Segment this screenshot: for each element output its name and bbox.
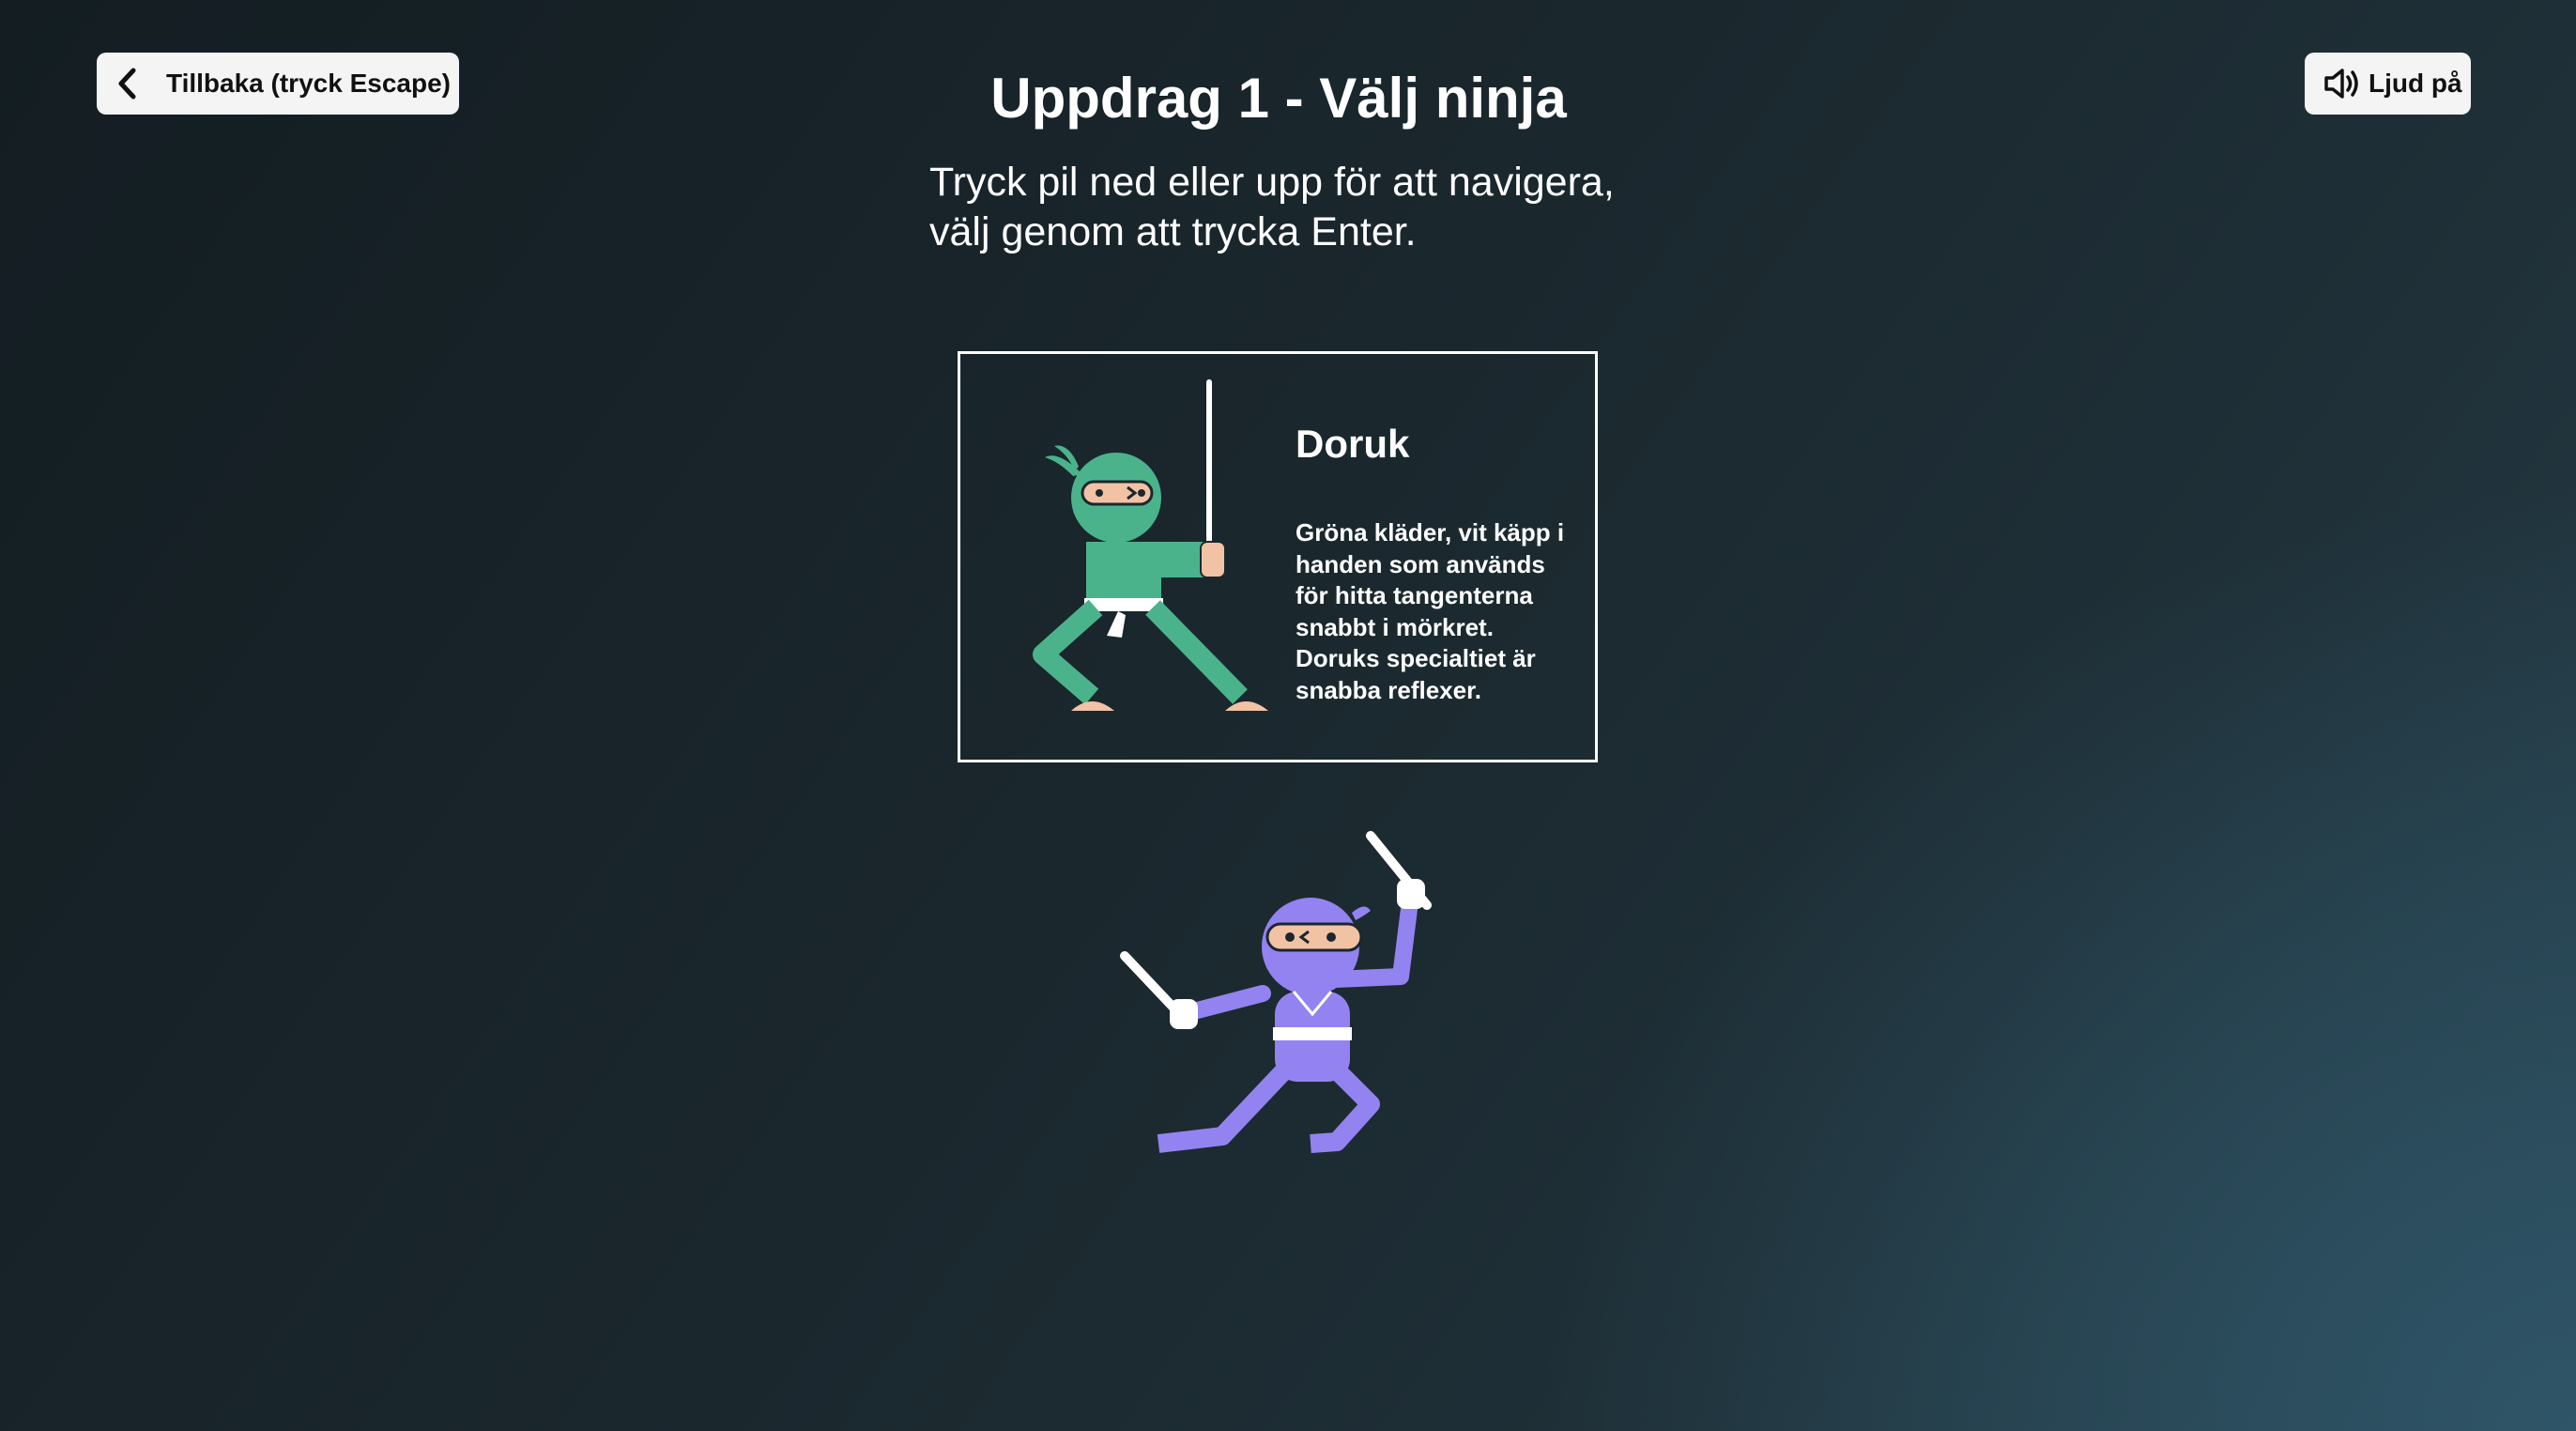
page-title: Uppdrag 1 - Välj ninja	[990, 67, 1567, 130]
purple-ninja-option[interactable]	[1117, 826, 1455, 1155]
ninja-option-doruk[interactable]: Doruk Gröna kläder, vit käpp i handen so…	[958, 351, 1598, 762]
ninja-description: Gröna kläder, vit käpp i handen som anvä…	[1296, 518, 1565, 704]
instructions-text: Tryck pil ned eller upp för att navigera…	[929, 158, 1699, 257]
instructions-line-2: välj genom att trycka Enter.	[929, 209, 1417, 254]
green-ninja-illustration	[1033, 379, 1268, 711]
ninja-name: Doruk	[1296, 422, 1410, 466]
instructions-line-1: Tryck pil ned eller upp för att navigera…	[929, 160, 1615, 205]
